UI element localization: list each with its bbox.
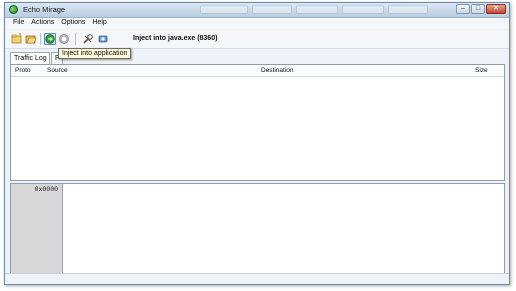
taskbar-ghost: [200, 5, 248, 14]
column-header-destination[interactable]: Destination: [261, 67, 294, 74]
menu-help[interactable]: Help: [89, 18, 110, 29]
inject-application-icon: [45, 34, 55, 44]
taskbar-ghost: [342, 5, 384, 14]
stop-icon: [59, 34, 69, 44]
maximize-button[interactable]: □: [471, 4, 485, 14]
status-bar: [5, 273, 509, 284]
column-header-source[interactable]: Source: [47, 67, 68, 74]
new-log-icon: [11, 33, 22, 44]
menu-bar: File Actions Options Help: [5, 18, 509, 29]
menu-options[interactable]: Options: [58, 18, 89, 29]
table-header: Proto Source Destination Size: [11, 65, 504, 77]
new-log-button[interactable]: [11, 33, 23, 45]
inject-application-button[interactable]: [44, 33, 56, 45]
open-log-icon: [25, 35, 37, 44]
app-logo-icon: [9, 5, 18, 14]
title-bar[interactable]: Echo Mirage – □ ✕: [5, 3, 509, 18]
inject-tooltip: Inject into application: [58, 48, 132, 59]
column-header-proto[interactable]: Proto: [15, 67, 31, 74]
window-controls: – □ ✕: [456, 4, 506, 14]
taskbar-ghost: [252, 5, 292, 14]
window-title: Echo Mirage: [23, 5, 66, 14]
hex-offset-label: 0x0000: [34, 186, 58, 193]
hex-view-panel[interactable]: 0x0000: [10, 183, 505, 274]
menu-file[interactable]: File: [10, 18, 28, 29]
minimize-button[interactable]: –: [456, 4, 470, 14]
column-header-size[interactable]: Size: [475, 67, 488, 74]
open-log-button[interactable]: [25, 33, 37, 45]
close-button[interactable]: ✕: [486, 4, 506, 14]
toolbar-separator: [75, 33, 76, 45]
hex-offset-gutter: 0x0000: [11, 184, 63, 273]
stop-button[interactable]: [58, 33, 70, 45]
toolbar-separator: [40, 33, 41, 45]
injection-status-text: Inject into java.exe (8360): [133, 35, 218, 42]
taskbar-ghost: [388, 5, 428, 14]
tools-icon: [83, 34, 93, 44]
settings-button[interactable]: [97, 33, 109, 45]
taskbar-ghost: [296, 5, 338, 14]
menu-actions[interactable]: Actions: [28, 18, 58, 29]
tools-button[interactable]: [82, 33, 94, 45]
settings-icon: [98, 35, 108, 43]
traffic-log-table[interactable]: Proto Source Destination Size: [10, 64, 505, 181]
toolbar: Inject into java.exe (8360): [5, 30, 509, 49]
app-window: Echo Mirage – □ ✕ File Actions Options H…: [4, 2, 510, 285]
